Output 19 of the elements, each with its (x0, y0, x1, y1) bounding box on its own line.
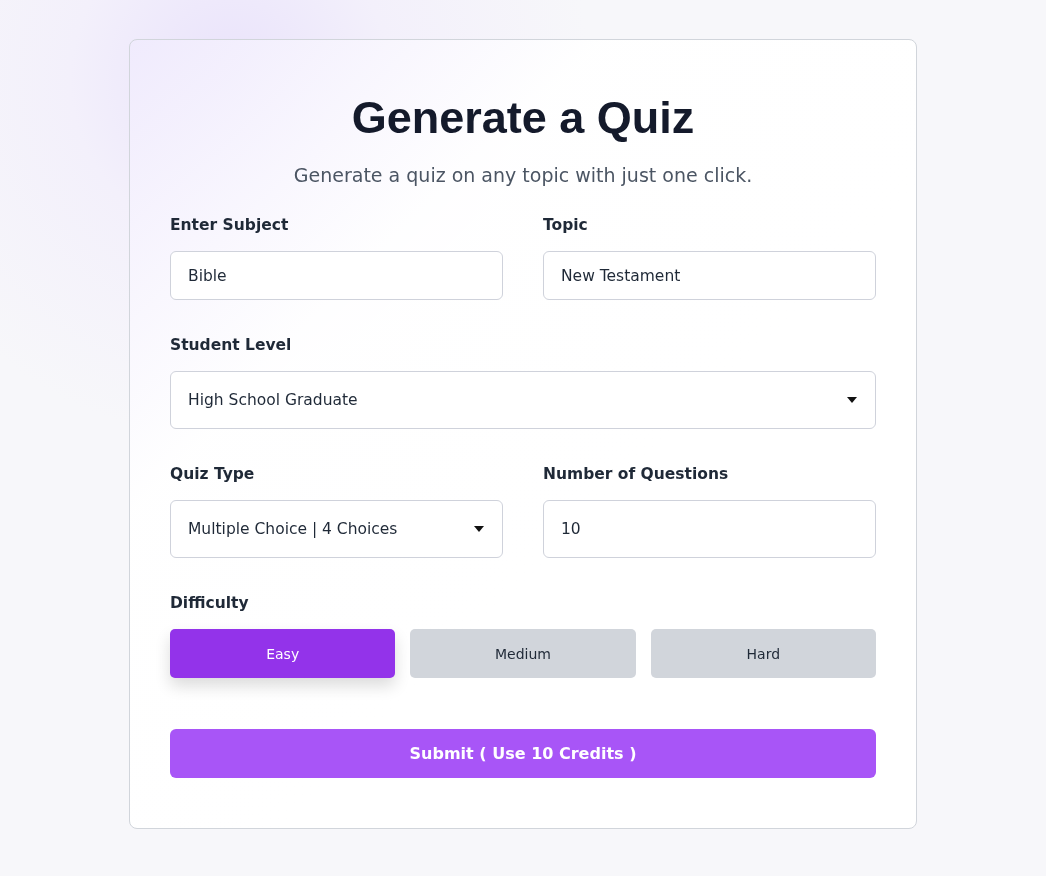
caret-icon (474, 526, 484, 532)
caret-icon (847, 397, 857, 403)
page-subtitle: Generate a quiz on any topic with just one click. (292, 164, 754, 186)
field-label: Student Level (170, 336, 293, 354)
select-field[interactable]: High School Graduate (170, 371, 876, 429)
input-field[interactable]: 10 (543, 500, 876, 558)
field-label: Topic (543, 216, 589, 234)
field-label: Enter Subject (170, 216, 290, 234)
difficulty-button[interactable]: Hard (650, 629, 876, 678)
field-label: Difficulty (170, 594, 250, 612)
select-field[interactable]: Multiple Choice | 4 Choices (170, 500, 503, 558)
page-title: Generate a Quiz (350, 92, 696, 144)
input-field[interactable]: New Testament (543, 251, 876, 300)
difficulty-button[interactable]: Easy (170, 629, 396, 678)
difficulty-button[interactable]: Medium (410, 629, 636, 678)
submit-button[interactable]: Submit ( Use 10 Credits ) (170, 729, 876, 778)
input-field[interactable]: Bible (170, 251, 503, 300)
field-label: Quiz Type (170, 465, 256, 483)
field-label: Number of Questions (543, 465, 730, 483)
